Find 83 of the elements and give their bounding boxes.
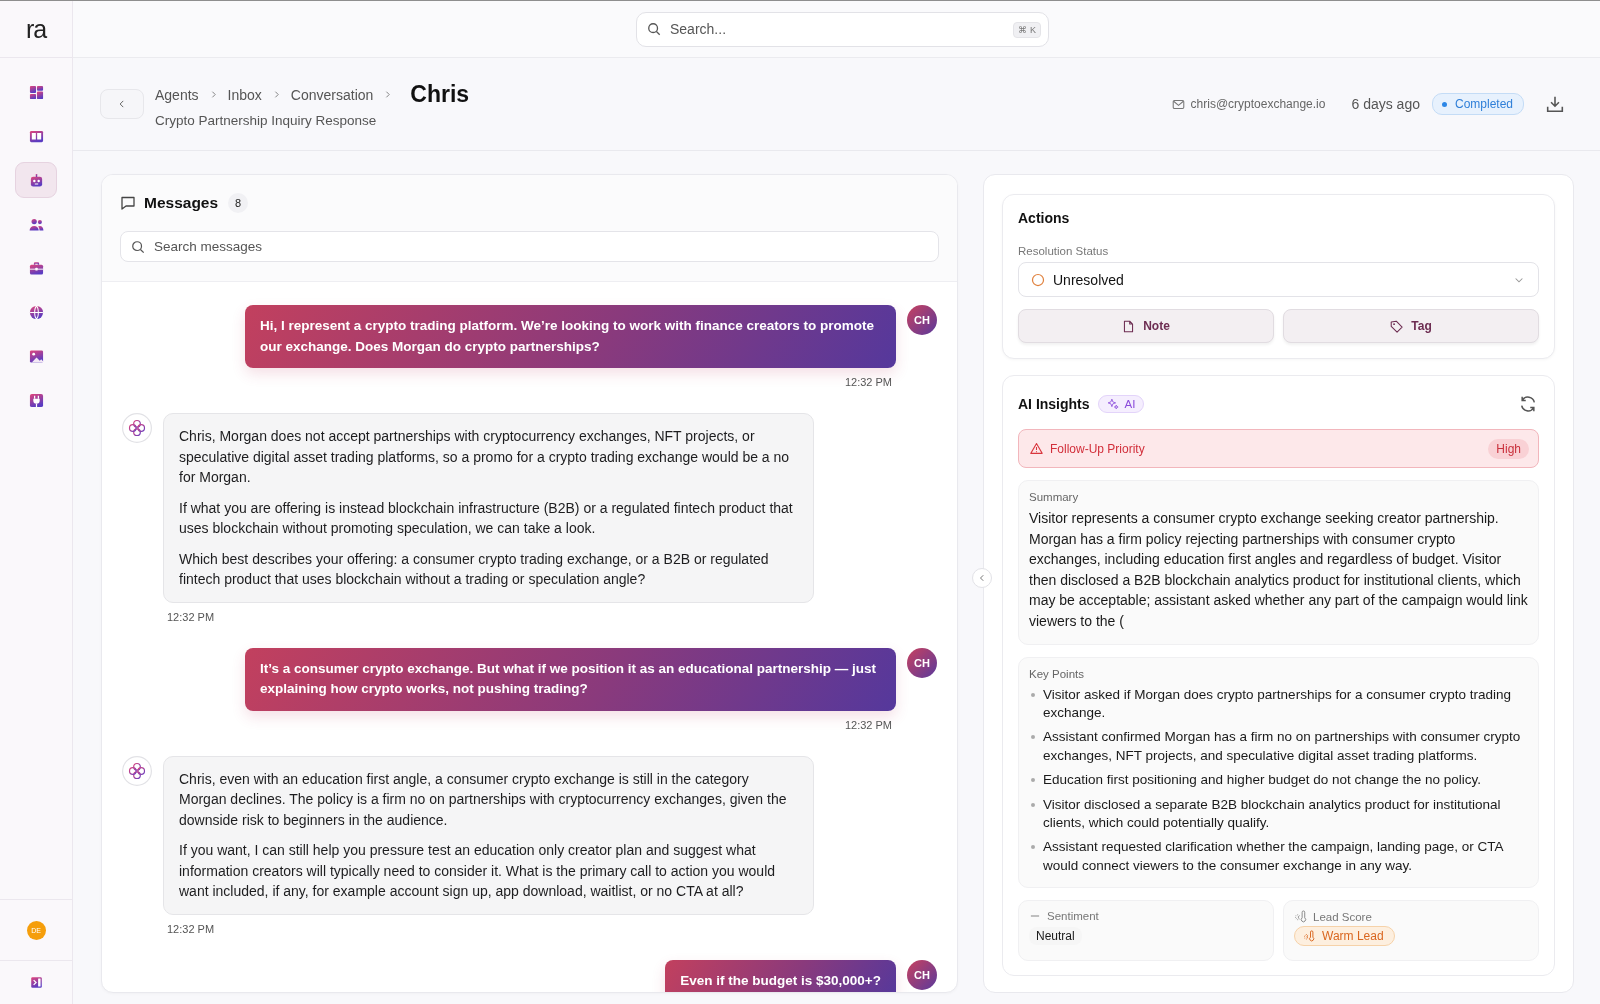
thermometer-icon <box>1303 930 1315 943</box>
message-text: If what you are offering is instead blockchain infrastructure (B2B) or a regulated fintech product that uses blockchain without promoting speculation, we can take a look. <box>179 498 794 538</box>
robot-icon <box>28 172 44 188</box>
chevron-left-icon <box>117 99 127 109</box>
status-dot-icon <box>1441 101 1447 107</box>
message-time: 12:32 PM <box>844 375 892 390</box>
contact-email: chris@cryptoexchange.io <box>1190 97 1326 111</box>
time-ago: 6 days ago <box>1351 96 1420 112</box>
chevron-left-icon <box>978 574 986 582</box>
ring-icon <box>1031 272 1045 287</box>
search-icon <box>647 22 661 36</box>
globe-icon <box>28 304 44 320</box>
message-time: 12:32 PM <box>844 717 892 733</box>
message-text: Chris, even with an education first angle, a consumer crypto exchange is still in the category Morgan declines. The policy is a firm no on partnerships with cryptocurrency exchanges, given the downside risk to beginners in the audience. <box>179 769 788 830</box>
image-icon <box>28 348 44 364</box>
thermometer-icon <box>1294 910 1307 924</box>
stat-label: Sentiment <box>1047 910 1099 923</box>
message-text: Hi, I represent a crypto trading platform. We’re looking to work with finance creators to promote our exchange. Does Morgan do crypto partnerships? <box>260 317 876 356</box>
sidebar-item[interactable] <box>15 162 57 198</box>
book-icon <box>28 128 44 144</box>
flower-avatar-icon <box>122 413 152 443</box>
message-time: 12:32 PM <box>167 609 215 625</box>
message-time: 12:32 PM <box>167 921 215 937</box>
message-count: 8 <box>228 193 249 213</box>
key-point-text: Visitor disclosed a separate B2B blockchain analytics product for institutional clients, which could potentially qualify. <box>1043 795 1502 832</box>
refresh-icon[interactable] <box>1519 395 1537 413</box>
card-title: AI Insights <box>1018 395 1090 413</box>
search-messages-field[interactable]: Search messages <box>120 231 939 262</box>
sparkle-icon <box>1106 398 1119 410</box>
key-point-text: Visitor asked if Morgan does crypto partnerships for a consumer crypto trading exchange. <box>1043 685 1512 722</box>
key-point-text: Education first positioning and higher budget do not change the no policy. <box>1043 771 1482 790</box>
message-text: Even if the budget is $30,000+? <box>680 971 881 990</box>
bullet-icon <box>1031 802 1035 807</box>
logo: ra <box>25 16 47 42</box>
briefcase-icon <box>28 260 44 276</box>
search-icon <box>131 239 145 254</box>
section-label: Key Points <box>1029 666 1085 681</box>
visitor-avatar: CH <box>907 647 937 678</box>
tag-button[interactable]: Tag <box>1283 309 1539 343</box>
message-text: It’s a consumer crypto exchange. But what if we position it as an educational partnership — just explaining how crypto works, not pushing trading? <box>260 659 878 698</box>
breadcrumb-link[interactable]: Conversation <box>290 86 374 103</box>
page-title: Chris <box>410 81 470 108</box>
message-text: Chris, Morgan does not accept partnerships with cryptocurrency exchanges, NFT projects, or speculative digital asset trading platforms, so a promo for a crypto trading exchange would be a no for Morgan. <box>179 427 791 487</box>
message-text: If you want, I can still help you pressure test an education only creator plan and suggest what information creators will typically need to consider it. What is the primary call to action you would want included, if any, for example account sign up, app download, waitlist, or no CTA at all? <box>179 841 777 901</box>
mail-icon <box>1171 97 1185 111</box>
breadcrumb-link[interactable]: Inbox <box>227 86 262 103</box>
message-text: Which best describes your offering: a consumer crypto trading exchange, or a B2B or regulated fintech product that uses blockchain without a trading or speculation angle? <box>179 549 770 589</box>
breadcrumb-link[interactable]: Agents <box>155 86 199 103</box>
bullet-icon <box>1031 692 1035 697</box>
priority-label: Follow-Up Priority <box>1050 441 1145 456</box>
grid-icon <box>28 84 44 100</box>
note-button[interactable]: Note <box>1018 309 1274 343</box>
bullet-icon <box>1031 778 1035 783</box>
download-icon[interactable] <box>1546 95 1564 113</box>
status-label: Completed <box>1454 97 1513 111</box>
flower-avatar-icon <box>122 755 152 786</box>
collapse-handle[interactable] <box>972 568 992 588</box>
warning-icon <box>1030 442 1043 455</box>
chevron-right-icon <box>383 90 393 99</box>
key-point-text: Assistant confirmed Morgan has a firm no on partnerships with consumer crypto exchanges, NFT projects, and speculative digital asset trading platforms. <box>1043 728 1522 765</box>
panel-title: Messages <box>144 194 219 212</box>
key-point-text: Assistant requested clarification whether the campaign, landing page, or CTA would connect viewers to the consumer exchange in any way. <box>1043 838 1505 875</box>
dropdown-value: Unresolved <box>1053 271 1124 288</box>
card-title: Actions <box>1018 209 1071 227</box>
ai-label: AI <box>1124 398 1136 410</box>
tag-icon <box>1390 319 1404 333</box>
page-subtitle: Crypto Partnership Inquiry Response <box>155 112 378 128</box>
priority-level: High <box>1488 438 1529 459</box>
status-dropdown[interactable]: Unresolved <box>1018 262 1539 297</box>
plug-icon <box>28 392 44 408</box>
field-label: Resolution Status <box>1018 244 1110 258</box>
file-icon <box>1122 319 1136 333</box>
lead-score-value: Warm Lead <box>1322 929 1384 944</box>
visitor-avatar: CH <box>907 959 937 990</box>
people-icon <box>28 216 44 232</box>
chat-icon <box>120 195 136 211</box>
summary-text: Visitor represents a consumer crypto exchange seeking creator partnership. Morgan has a firm policy rejecting partnerships with consumer crypto exchanges, including education first angles and regardless of budget. Visitor then disclosed a B2B blockchain analytics product for institutional clients, which may be acceptable; assistant asked whether any part of the campaign would link viewers to the ( <box>1029 509 1528 631</box>
stat-label: Lead Score <box>1313 910 1372 923</box>
sentiment-value: Neutral <box>1029 927 1082 946</box>
section-label: Summary <box>1029 490 1080 504</box>
bullet-icon <box>1031 845 1035 850</box>
bullet-icon <box>1031 735 1035 740</box>
visitor-avatar: CH <box>907 305 937 335</box>
